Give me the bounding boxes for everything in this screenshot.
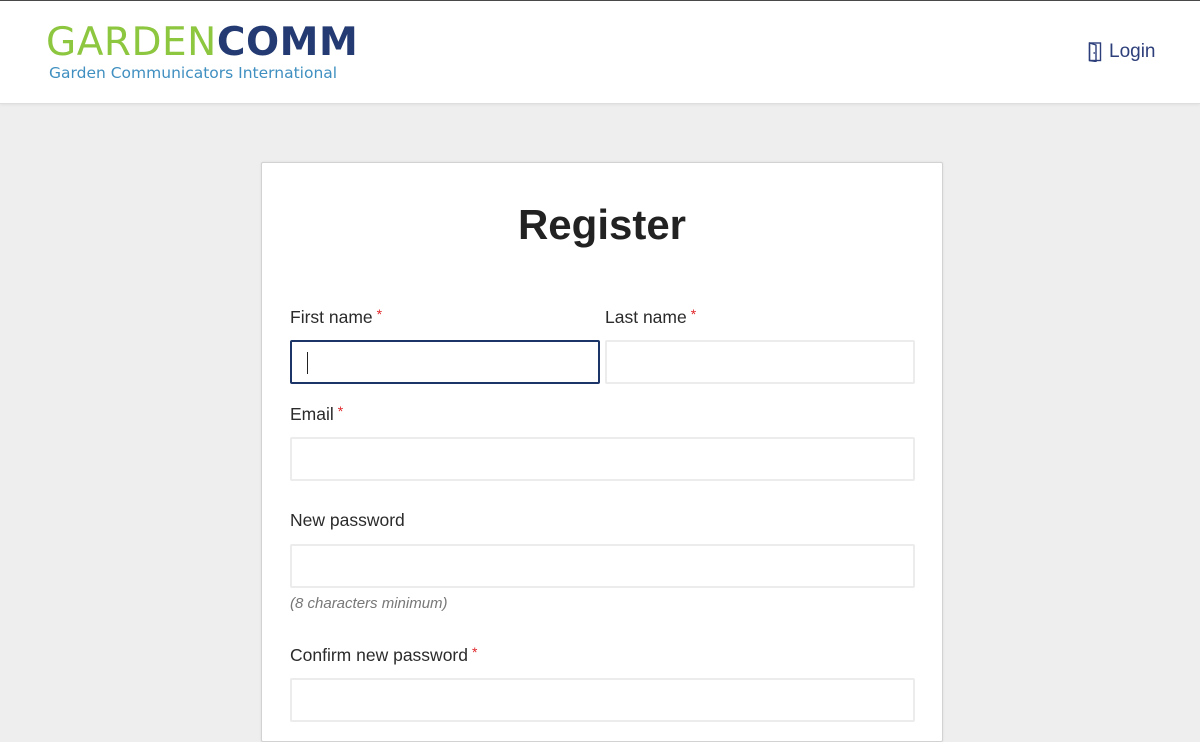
required-marker: * <box>376 306 383 322</box>
confirm-password-input[interactable] <box>290 678 915 722</box>
register-card: Register First name * Last name * Email * N… <box>261 162 943 742</box>
required-marker: * <box>337 403 344 419</box>
logo-garden-text: GARDEN <box>46 20 217 65</box>
site-logo[interactable]: GARDENCOMM Garden Communicators Internat… <box>46 20 358 83</box>
login-label: Login <box>1109 41 1156 62</box>
site-header: GARDENCOMM Garden Communicators Internat… <box>0 1 1200 104</box>
confirm-password-label-text: Confirm new password <box>290 645 468 665</box>
logo-comm-text: COMM <box>216 20 359 65</box>
text-caret <box>307 352 308 374</box>
last-name-input[interactable] <box>605 340 915 384</box>
new-password-label: New password <box>290 510 405 530</box>
new-password-input[interactable] <box>290 544 915 588</box>
logo-wordmark: GARDENCOMM <box>46 20 358 65</box>
door-icon <box>1088 42 1103 62</box>
first-name-input[interactable] <box>290 340 600 384</box>
required-marker: * <box>690 306 697 322</box>
last-name-label: Last name * <box>605 306 696 328</box>
email-label-text: Email <box>290 404 334 424</box>
password-hint: (8 characters minimum) <box>290 595 448 612</box>
login-link[interactable]: Login <box>1088 41 1156 63</box>
last-name-label-text: Last name <box>605 307 687 327</box>
page-title: Register <box>517 201 687 248</box>
confirm-password-label: Confirm new password * <box>290 644 477 666</box>
email-label: Email * <box>290 403 343 425</box>
logo-tagline: Garden Communicators International <box>49 64 338 82</box>
required-marker: * <box>471 644 478 660</box>
first-name-label-text: First name <box>290 307 373 327</box>
first-name-label: First name * <box>290 306 382 328</box>
email-input[interactable] <box>290 437 915 481</box>
